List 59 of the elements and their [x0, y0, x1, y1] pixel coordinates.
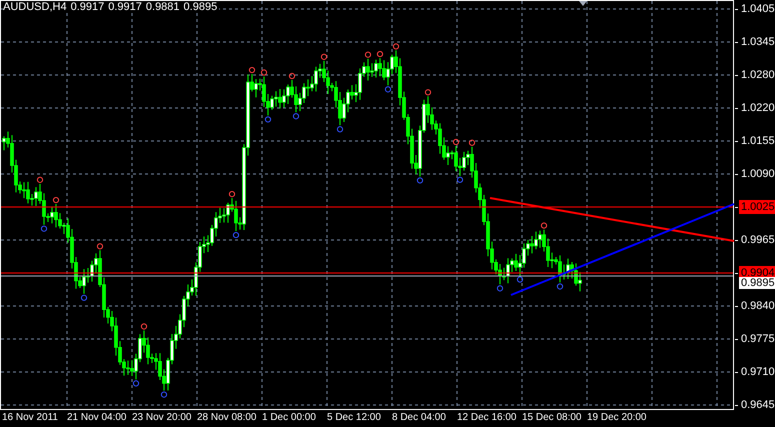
price-label: 1.0025 — [739, 200, 775, 214]
fractal-marker — [80, 294, 88, 301]
time-label: 23 Nov 20:00 — [132, 412, 192, 423]
fractal-marker — [228, 191, 236, 198]
fractal-marker — [140, 323, 148, 330]
fractal-marker — [232, 232, 240, 238]
fractal-marker — [40, 226, 48, 232]
quote-value: 0.9895 — [184, 1, 218, 13]
symbol-label: AUDUSD,H4 — [3, 1, 67, 13]
time-label: 1 Dec 00:00 — [262, 412, 316, 423]
time-label: 21 Nov 04:00 — [67, 412, 126, 423]
time-label: 16 Nov 2011 — [2, 412, 58, 423]
fractal-marker — [516, 276, 524, 283]
fractal-marker — [36, 176, 44, 183]
price-label: 0.9710 — [740, 365, 775, 379]
fractal-marker — [132, 380, 140, 386]
price-label: 0.9775 — [740, 332, 775, 346]
price-label: 0.9840 — [740, 299, 775, 313]
fractal-marker — [456, 176, 464, 183]
price-label: 1.0280 — [740, 68, 775, 82]
fractal-marker — [384, 86, 392, 92]
fractal-marker — [248, 66, 256, 74]
fractal-marker — [416, 177, 424, 184]
fractal-marker — [392, 43, 400, 50]
fractal-marker — [496, 285, 504, 292]
fractal-marker — [556, 283, 564, 290]
time-label: 8 Dec 04:00 — [392, 412, 446, 423]
time-label: 15 Dec 08:00 — [522, 412, 582, 423]
fractal-marker — [468, 140, 476, 146]
fractal-marker — [160, 392, 168, 398]
time-label: 19 Dec 20:00 — [587, 412, 646, 423]
fractal-marker — [336, 126, 344, 132]
price-label: 1.0345 — [740, 35, 775, 49]
shift-marker-icon — [579, 1, 587, 6]
quote-value: 0.9881 — [146, 1, 180, 13]
price-label: 1.0155 — [740, 134, 775, 148]
fractal-marker — [260, 69, 268, 76]
fractal-marker — [96, 243, 104, 250]
quote-value: 0.9917 — [70, 1, 104, 13]
bid-price-label: 0.9895 — [739, 277, 775, 289]
time-label: 5 Dec 12:00 — [327, 412, 381, 423]
time-label: 12 Dec 16:00 — [457, 412, 516, 423]
price-label: 0.9965 — [740, 233, 775, 247]
quote-value: 0.9917 — [108, 1, 142, 13]
fractal-marker — [288, 72, 296, 80]
fractal-marker — [52, 196, 60, 204]
fractal-marker — [540, 222, 548, 229]
fractal-marker — [264, 116, 272, 123]
fractal-marker — [292, 113, 300, 120]
price-label: 1.0220 — [740, 101, 775, 115]
price-label: 1.0405 — [740, 2, 775, 16]
fractal-marker — [320, 54, 328, 60]
fractal-marker — [376, 50, 384, 58]
price-label: 1.0090 — [740, 167, 775, 181]
price-label: 0.9645 — [740, 398, 775, 412]
fractal-marker — [424, 89, 432, 96]
fractal-marker — [364, 52, 372, 58]
time-label: 28 Nov 08:00 — [197, 412, 256, 423]
fractal-marker — [452, 138, 460, 146]
